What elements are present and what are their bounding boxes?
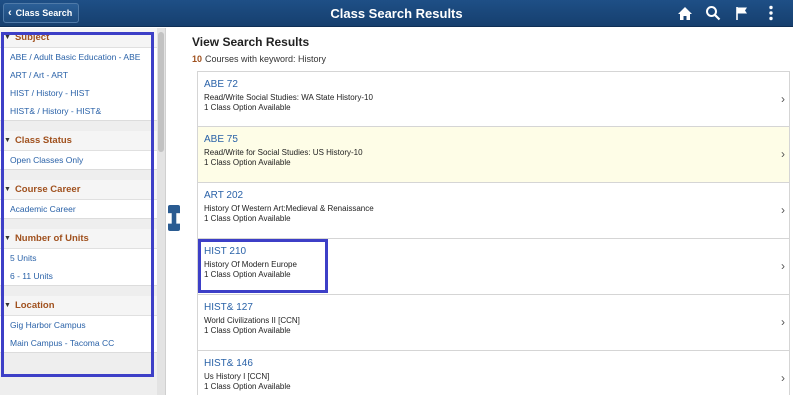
chevron-right-icon: › bbox=[781, 371, 785, 385]
course-code: HIST& 127 bbox=[204, 302, 253, 313]
class-options: 1 Class Option Available bbox=[204, 382, 291, 391]
course-title: History Of Western Art:Medieval & Renais… bbox=[204, 204, 374, 213]
course-title: Us History I [CCN] bbox=[204, 372, 270, 381]
app-header: ‹ Class Search Class Search Results bbox=[0, 0, 793, 27]
chevron-right-icon: › bbox=[781, 203, 785, 217]
pause-bars-icon: ❚❚ bbox=[165, 212, 183, 224]
results-count: 10 Courses with keyword: History bbox=[192, 54, 326, 64]
course-title: Read/Write for Social Studies: US Histor… bbox=[204, 148, 363, 157]
more-vert-icon[interactable] bbox=[761, 4, 781, 22]
class-options: 1 Class Option Available bbox=[204, 103, 291, 112]
result-row[interactable]: HIST& 146 Us History I [CCN] 1 Class Opt… bbox=[197, 351, 790, 395]
course-code: HIST& 146 bbox=[204, 358, 253, 369]
course-code: ART 202 bbox=[204, 190, 244, 201]
chevron-right-icon: › bbox=[781, 92, 785, 106]
class-options: 1 Class Option Available bbox=[204, 214, 291, 223]
class-options: 1 Class Option Available bbox=[204, 326, 291, 335]
pane-split-handle[interactable]: ❚❚ bbox=[165, 205, 183, 231]
course-title: Read/Write Social Studies: WA State Hist… bbox=[204, 93, 373, 102]
course-code: ABE 75 bbox=[204, 134, 238, 145]
annotation-box-hist-210 bbox=[198, 239, 328, 293]
results-heading: View Search Results bbox=[192, 35, 310, 49]
class-options: 1 Class Option Available bbox=[204, 158, 291, 167]
chevron-right-icon: › bbox=[781, 259, 785, 273]
result-row[interactable]: ABE 72 Read/Write Social Studies: WA Sta… bbox=[197, 71, 790, 127]
results-list: ABE 72 Read/Write Social Studies: WA Sta… bbox=[197, 71, 790, 395]
chevron-right-icon: › bbox=[781, 315, 785, 329]
result-row[interactable]: HIST& 127 World Civilizations II [CCN] 1… bbox=[197, 295, 790, 351]
chevron-right-icon: › bbox=[781, 147, 785, 161]
results-count-text: Courses with keyword: History bbox=[205, 54, 327, 64]
scrollbar-thumb[interactable] bbox=[158, 32, 164, 152]
search-icon[interactable] bbox=[703, 4, 723, 22]
result-row[interactable]: ABE 75 Read/Write for Social Studies: US… bbox=[197, 127, 790, 183]
home-icon[interactable] bbox=[675, 4, 695, 22]
annotation-box-filters bbox=[1, 32, 154, 377]
course-title: World Civilizations II [CCN] bbox=[204, 316, 300, 325]
result-row[interactable]: ART 202 History Of Western Art:Medieval … bbox=[197, 183, 790, 239]
course-code: ABE 72 bbox=[204, 79, 238, 90]
results-count-number: 10 bbox=[192, 54, 203, 64]
flag-icon[interactable] bbox=[732, 4, 752, 22]
